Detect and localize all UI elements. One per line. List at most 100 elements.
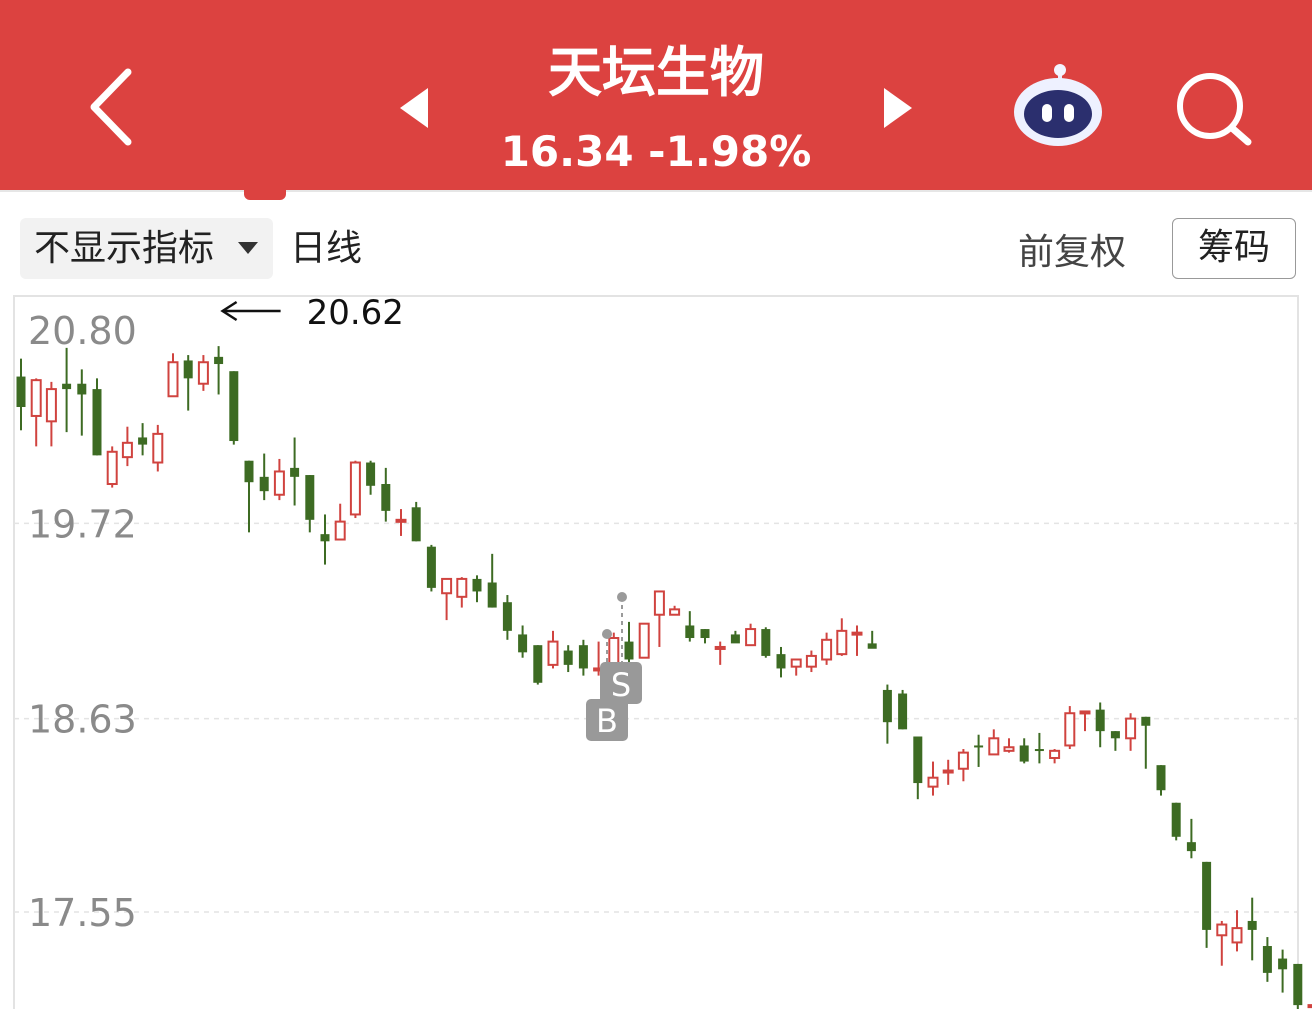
candle-body xyxy=(106,450,118,486)
candlestick-chart[interactable]: 20.80 19.72 18.63 17.55 20.62 SB xyxy=(0,290,1312,1009)
candle-body xyxy=(700,629,710,639)
candle-body xyxy=(472,578,482,592)
candle-body xyxy=(898,693,908,730)
search-icon xyxy=(1177,73,1252,146)
back-button[interactable] xyxy=(80,62,150,152)
candle-body xyxy=(1186,842,1196,852)
candle-body xyxy=(1110,731,1120,739)
caret-down-icon xyxy=(238,242,258,254)
candle-body xyxy=(16,376,26,408)
candle-body xyxy=(624,641,634,660)
candle-body xyxy=(1034,749,1044,752)
back-chevron-icon xyxy=(90,68,132,146)
candle-body xyxy=(653,590,665,616)
candle-body xyxy=(366,462,376,486)
candle-body xyxy=(1049,749,1061,759)
candle-body xyxy=(487,582,497,608)
assistant-button[interactable] xyxy=(1008,62,1108,148)
sell-marker-dot xyxy=(617,592,627,602)
sell-marker-label: S xyxy=(611,666,631,704)
candle-body xyxy=(1278,958,1288,970)
candle-body xyxy=(152,432,164,464)
candle-body xyxy=(1293,963,1303,1006)
candle-body xyxy=(913,736,923,784)
candle-body xyxy=(320,534,330,542)
candle-body xyxy=(62,383,72,390)
candle-body xyxy=(761,629,771,656)
candle-body xyxy=(1019,745,1029,762)
prev-stock-icon xyxy=(400,88,428,128)
period-label[interactable]: 日线 xyxy=(290,226,362,272)
chips-button[interactable]: 筹码 xyxy=(1172,218,1296,279)
candle-body xyxy=(1202,861,1212,930)
robot-assistant-icon xyxy=(1014,64,1102,146)
candle-body xyxy=(714,645,726,650)
max-price-label: 20.62 xyxy=(307,293,404,333)
candle-body xyxy=(381,484,391,511)
candle-body xyxy=(395,518,407,523)
candle-body xyxy=(578,645,588,669)
header-divider xyxy=(0,190,1312,192)
buy-marker-label: B xyxy=(596,702,618,740)
candle-body xyxy=(1262,946,1272,973)
candle-body xyxy=(836,629,848,656)
buy-marker-dot xyxy=(602,629,612,639)
candle-body xyxy=(927,776,939,788)
candle-body xyxy=(942,769,954,774)
candle-body xyxy=(334,520,346,541)
candle-body xyxy=(441,577,453,595)
candle-body xyxy=(867,643,877,649)
candle-body xyxy=(790,658,802,668)
candle-body xyxy=(685,625,695,639)
candle-body xyxy=(290,467,300,477)
prev-stock-button[interactable] xyxy=(396,84,436,132)
candle-body xyxy=(1141,716,1151,726)
adjust-toggle[interactable]: 前复权 xyxy=(1018,230,1126,276)
candle-body xyxy=(957,751,969,770)
indicator-dropdown-label: 不显示指标 xyxy=(34,228,215,269)
candle-body xyxy=(805,654,817,668)
y-tick-label: 19.72 xyxy=(28,502,137,546)
y-tick-label: 20.80 xyxy=(28,309,137,353)
candle-body xyxy=(1125,717,1137,740)
candle-body xyxy=(547,640,559,666)
candle-body xyxy=(273,470,285,496)
candle-body xyxy=(1307,1004,1312,1009)
candle-body xyxy=(456,577,468,598)
candle-body xyxy=(882,689,892,723)
candle-body xyxy=(411,507,421,542)
next-stock-button[interactable] xyxy=(876,84,916,132)
candle-body xyxy=(1216,923,1228,937)
candle-body xyxy=(502,602,512,631)
candle-body xyxy=(197,361,209,385)
candle-body xyxy=(1003,746,1015,752)
search-button[interactable] xyxy=(1172,68,1256,148)
candle-body xyxy=(1247,920,1257,930)
candle-body xyxy=(1156,765,1166,791)
candle-body xyxy=(518,634,528,653)
candle-body xyxy=(167,361,179,398)
chart-frame xyxy=(13,295,1299,1009)
candle-body xyxy=(638,622,650,659)
indicator-dropdown[interactable]: 不显示指标 xyxy=(20,218,273,279)
candle-body xyxy=(349,461,361,516)
candle-body xyxy=(214,356,224,365)
candle-body xyxy=(77,383,87,395)
stock-quote: 16.34 -1.98% xyxy=(500,127,812,176)
candle-body xyxy=(974,745,984,748)
y-tick-label: 17.55 xyxy=(28,891,137,935)
candle-body xyxy=(244,460,254,483)
stock-name: 天坛生物 xyxy=(548,41,764,104)
candle-body xyxy=(533,645,543,683)
next-stock-icon xyxy=(884,88,912,128)
candle-body xyxy=(229,371,239,442)
candle-body xyxy=(305,475,315,520)
candle-body xyxy=(121,441,133,459)
candle-body xyxy=(821,638,833,661)
candle-body xyxy=(730,634,740,644)
candle-body xyxy=(988,737,1000,756)
tab-indicator xyxy=(244,190,286,200)
candle-body xyxy=(30,379,42,417)
candle-body xyxy=(1231,927,1243,944)
candle-body xyxy=(1171,802,1181,837)
